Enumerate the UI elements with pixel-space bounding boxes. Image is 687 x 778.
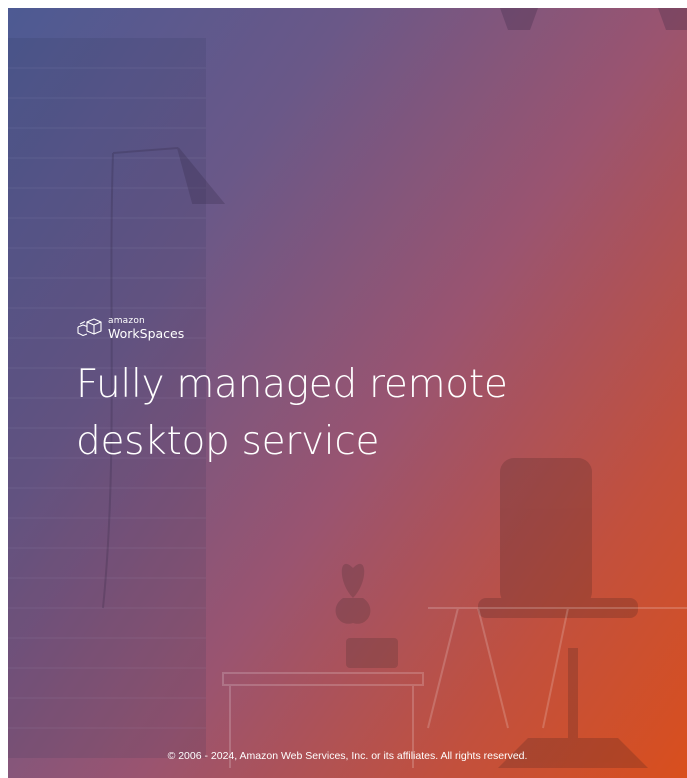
brand-text: amazon WorkSpaces	[108, 317, 184, 341]
office-chair	[478, 458, 648, 768]
headline-line-2: desktop service	[76, 419, 380, 464]
copyright-footer: © 2006 - 2024, Amazon Web Services, Inc.…	[167, 750, 528, 762]
headline-line-1: Fully managed remote	[76, 362, 508, 407]
workspaces-cube-icon	[77, 318, 102, 337]
brand-product: WorkSpaces	[108, 326, 185, 342]
hero-panel: amazon WorkSpaces Fully managed remote d…	[8, 8, 687, 778]
amazon-workspaces-logo: amazon WorkSpaces	[76, 316, 184, 342]
potted-plant	[335, 563, 398, 668]
brand-company: amazon	[108, 316, 145, 327]
page-headline: Fully managed remote desktop service	[76, 356, 636, 470]
ceiling-lamps	[500, 8, 687, 30]
